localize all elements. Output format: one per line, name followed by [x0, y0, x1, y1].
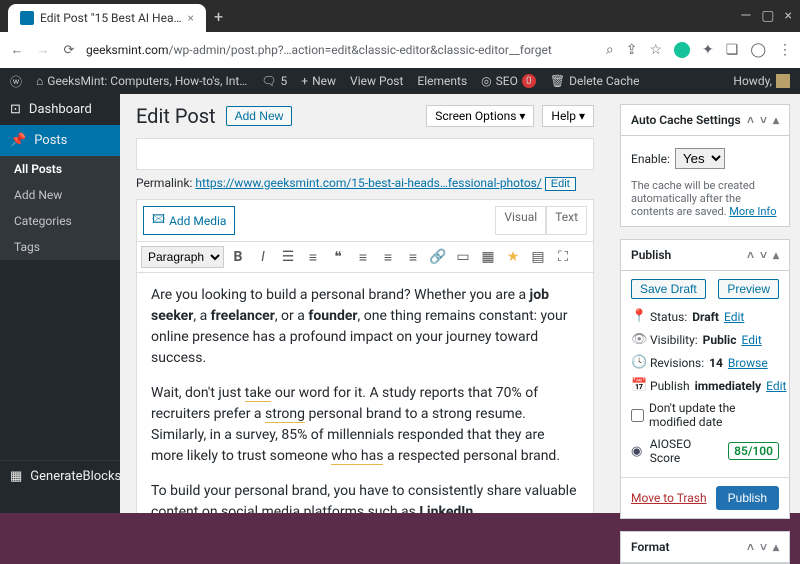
- add-media-button[interactable]: 🖾 Add Media: [143, 206, 235, 235]
- cache-enable-select[interactable]: Yes: [675, 148, 725, 169]
- chevron-down-icon[interactable]: ˅: [760, 248, 767, 262]
- sidebar-item-generateblocks[interactable]: ▦ GenerateBlocks: [0, 460, 120, 492]
- edit-status-link[interactable]: Edit: [724, 310, 744, 324]
- bullet-list-icon[interactable]: ☰: [277, 246, 299, 268]
- browser-tab[interactable]: Edit Post "15 Best AI Hea… ×: [8, 4, 206, 32]
- sidebar-sub-add-new[interactable]: Add New: [0, 182, 120, 208]
- new-link[interactable]: + New: [301, 74, 336, 88]
- cache-box: Auto Cache Settings ˄˅▴ Enable: Yes The …: [620, 104, 790, 227]
- calendar-icon: 📅: [631, 378, 645, 393]
- reload-button[interactable]: ⟳: [60, 43, 78, 58]
- seo-link[interactable]: ◎ SEO 0: [481, 74, 536, 88]
- browse-revisions-link[interactable]: Browse: [728, 356, 768, 370]
- readmore-icon[interactable]: ▭: [452, 246, 474, 268]
- chevron-up-icon[interactable]: ˄: [747, 540, 754, 554]
- chevron-up-icon[interactable]: ˄: [747, 248, 754, 262]
- save-draft-button[interactable]: Save Draft: [631, 279, 706, 299]
- editor-content[interactable]: Are you looking to build a personal bran…: [137, 273, 593, 513]
- help-button[interactable]: Help ▾: [542, 105, 594, 127]
- search-icon[interactable]: ⌕: [606, 42, 614, 58]
- kebab-menu-icon[interactable]: ⋮: [778, 42, 792, 58]
- aioseo-score: 85/100: [728, 442, 779, 460]
- tab-text[interactable]: Text: [546, 206, 587, 235]
- clock-icon: 🕓: [631, 355, 645, 370]
- panel-icon[interactable]: ❏: [726, 42, 739, 58]
- fullscreen-icon[interactable]: ⛶: [552, 246, 574, 268]
- publish-button[interactable]: Publish: [716, 486, 779, 510]
- minimize-icon[interactable]: —: [740, 8, 751, 24]
- aioseo-icon: ◉: [631, 444, 645, 459]
- italic-icon[interactable]: I: [252, 246, 274, 268]
- collapse-icon[interactable]: ▴: [773, 540, 779, 554]
- align-right-icon[interactable]: ≡: [402, 246, 424, 268]
- close-icon[interactable]: ×: [785, 8, 792, 24]
- toolbar-toggle-icon[interactable]: ▦: [477, 246, 499, 268]
- eye-icon: 👁: [631, 332, 645, 347]
- add-new-button[interactable]: Add New: [226, 106, 293, 126]
- edit-visibility-link[interactable]: Edit: [741, 333, 761, 347]
- forward-button[interactable]: →: [34, 42, 52, 58]
- howdy-link[interactable]: Howdy,: [733, 74, 790, 88]
- site-name-link[interactable]: ⌂ GeeksMint: Computers, How-to's, Int…: [36, 74, 247, 88]
- maximize-icon[interactable]: ▢: [761, 8, 774, 24]
- table-icon[interactable]: ▤: [527, 246, 549, 268]
- permalink-url[interactable]: https://www.geeksmint.com/15-best-ai-hea…: [195, 176, 541, 190]
- cache-more-info-link[interactable]: More Info: [729, 205, 776, 218]
- format-box: Format ˄ ˅ ▴: [620, 531, 790, 564]
- delete-cache-link[interactable]: 🗑 Delete Cache: [550, 74, 640, 88]
- profile-icon[interactable]: ◯: [750, 42, 766, 58]
- tab-visual[interactable]: Visual: [495, 206, 546, 235]
- sidebar-sub-tags[interactable]: Tags: [0, 234, 120, 260]
- link-icon[interactable]: 🔗: [427, 246, 449, 268]
- align-center-icon[interactable]: ≡: [377, 246, 399, 268]
- bookmark-icon[interactable]: ☆: [649, 42, 662, 58]
- sidebar-item-dashboard[interactable]: ⊡ Dashboard: [0, 94, 120, 125]
- wp-sidebar: ⊡ Dashboard 📌 Posts All Posts Add New Ca…: [0, 94, 120, 513]
- page-title: Edit Post: [136, 104, 216, 128]
- paragraph-format-select[interactable]: Paragraph: [141, 246, 224, 268]
- extensions-icon[interactable]: ✦: [702, 42, 714, 58]
- tab-title: Edit Post "15 Best AI Hea…: [40, 11, 182, 25]
- preview-button[interactable]: Preview: [718, 279, 779, 299]
- format-title: Format: [631, 540, 669, 554]
- sidebar-sub-categories[interactable]: Categories: [0, 208, 120, 234]
- chevron-down-icon[interactable]: ˅: [760, 540, 767, 554]
- dont-update-checkbox[interactable]: [631, 409, 644, 422]
- edit-publish-link[interactable]: Edit: [766, 379, 786, 393]
- align-left-icon[interactable]: ≡: [352, 246, 374, 268]
- permalink-label: Permalink:: [136, 176, 192, 190]
- cache-title: Auto Cache Settings: [631, 113, 741, 127]
- back-button[interactable]: ←: [8, 42, 26, 58]
- number-list-icon[interactable]: ≡: [302, 246, 324, 268]
- new-tab-button[interactable]: +: [214, 7, 223, 26]
- bold-icon[interactable]: B: [227, 246, 249, 268]
- wp-admin-bar: ⓦ ⌂ GeeksMint: Computers, How-to's, Int……: [0, 68, 800, 94]
- star-icon[interactable]: ★: [502, 246, 524, 268]
- comments-link[interactable]: 🗨 5: [261, 74, 287, 88]
- collapse-icon[interactable]: ▴: [773, 113, 779, 127]
- pin-icon: 📍: [631, 309, 645, 324]
- sidebar-sub-all-posts[interactable]: All Posts: [0, 156, 120, 182]
- wp-logo[interactable]: ⓦ: [10, 73, 22, 90]
- move-to-trash-link[interactable]: Move to Trash: [631, 491, 707, 505]
- avatar: [776, 74, 790, 88]
- sidebar-item-posts[interactable]: 📌 Posts: [0, 125, 120, 156]
- view-post-link[interactable]: View Post: [350, 74, 403, 88]
- url-field[interactable]: geeksmint.com/wp-admin/post.php?…action=…: [86, 43, 598, 57]
- post-title-input[interactable]: [136, 138, 594, 170]
- favicon: [20, 11, 34, 25]
- collapse-icon[interactable]: ▴: [773, 248, 779, 262]
- chevron-down-icon[interactable]: ˅: [760, 113, 767, 127]
- publish-title: Publish: [631, 248, 671, 262]
- editor-toolbar: Paragraph B I ☰ ≡ ❝ ≡ ≡ ≡ 🔗 ▭ ▦ ★ ▤ ⛶: [137, 242, 593, 273]
- close-tab-icon[interactable]: ×: [188, 11, 194, 25]
- elements-link[interactable]: Elements: [417, 74, 467, 88]
- edit-permalink-button[interactable]: Edit: [545, 177, 576, 191]
- share-icon[interactable]: ⇪: [626, 42, 638, 58]
- chevron-up-icon[interactable]: ˄: [747, 113, 754, 127]
- grammarly-extension-icon[interactable]: [674, 42, 690, 58]
- quote-icon[interactable]: ❝: [327, 246, 349, 268]
- publish-box: Publish ˄˅▴ Save Draft Preview 📍Status: …: [620, 239, 790, 519]
- screen-options-button[interactable]: Screen Options ▾: [426, 105, 534, 127]
